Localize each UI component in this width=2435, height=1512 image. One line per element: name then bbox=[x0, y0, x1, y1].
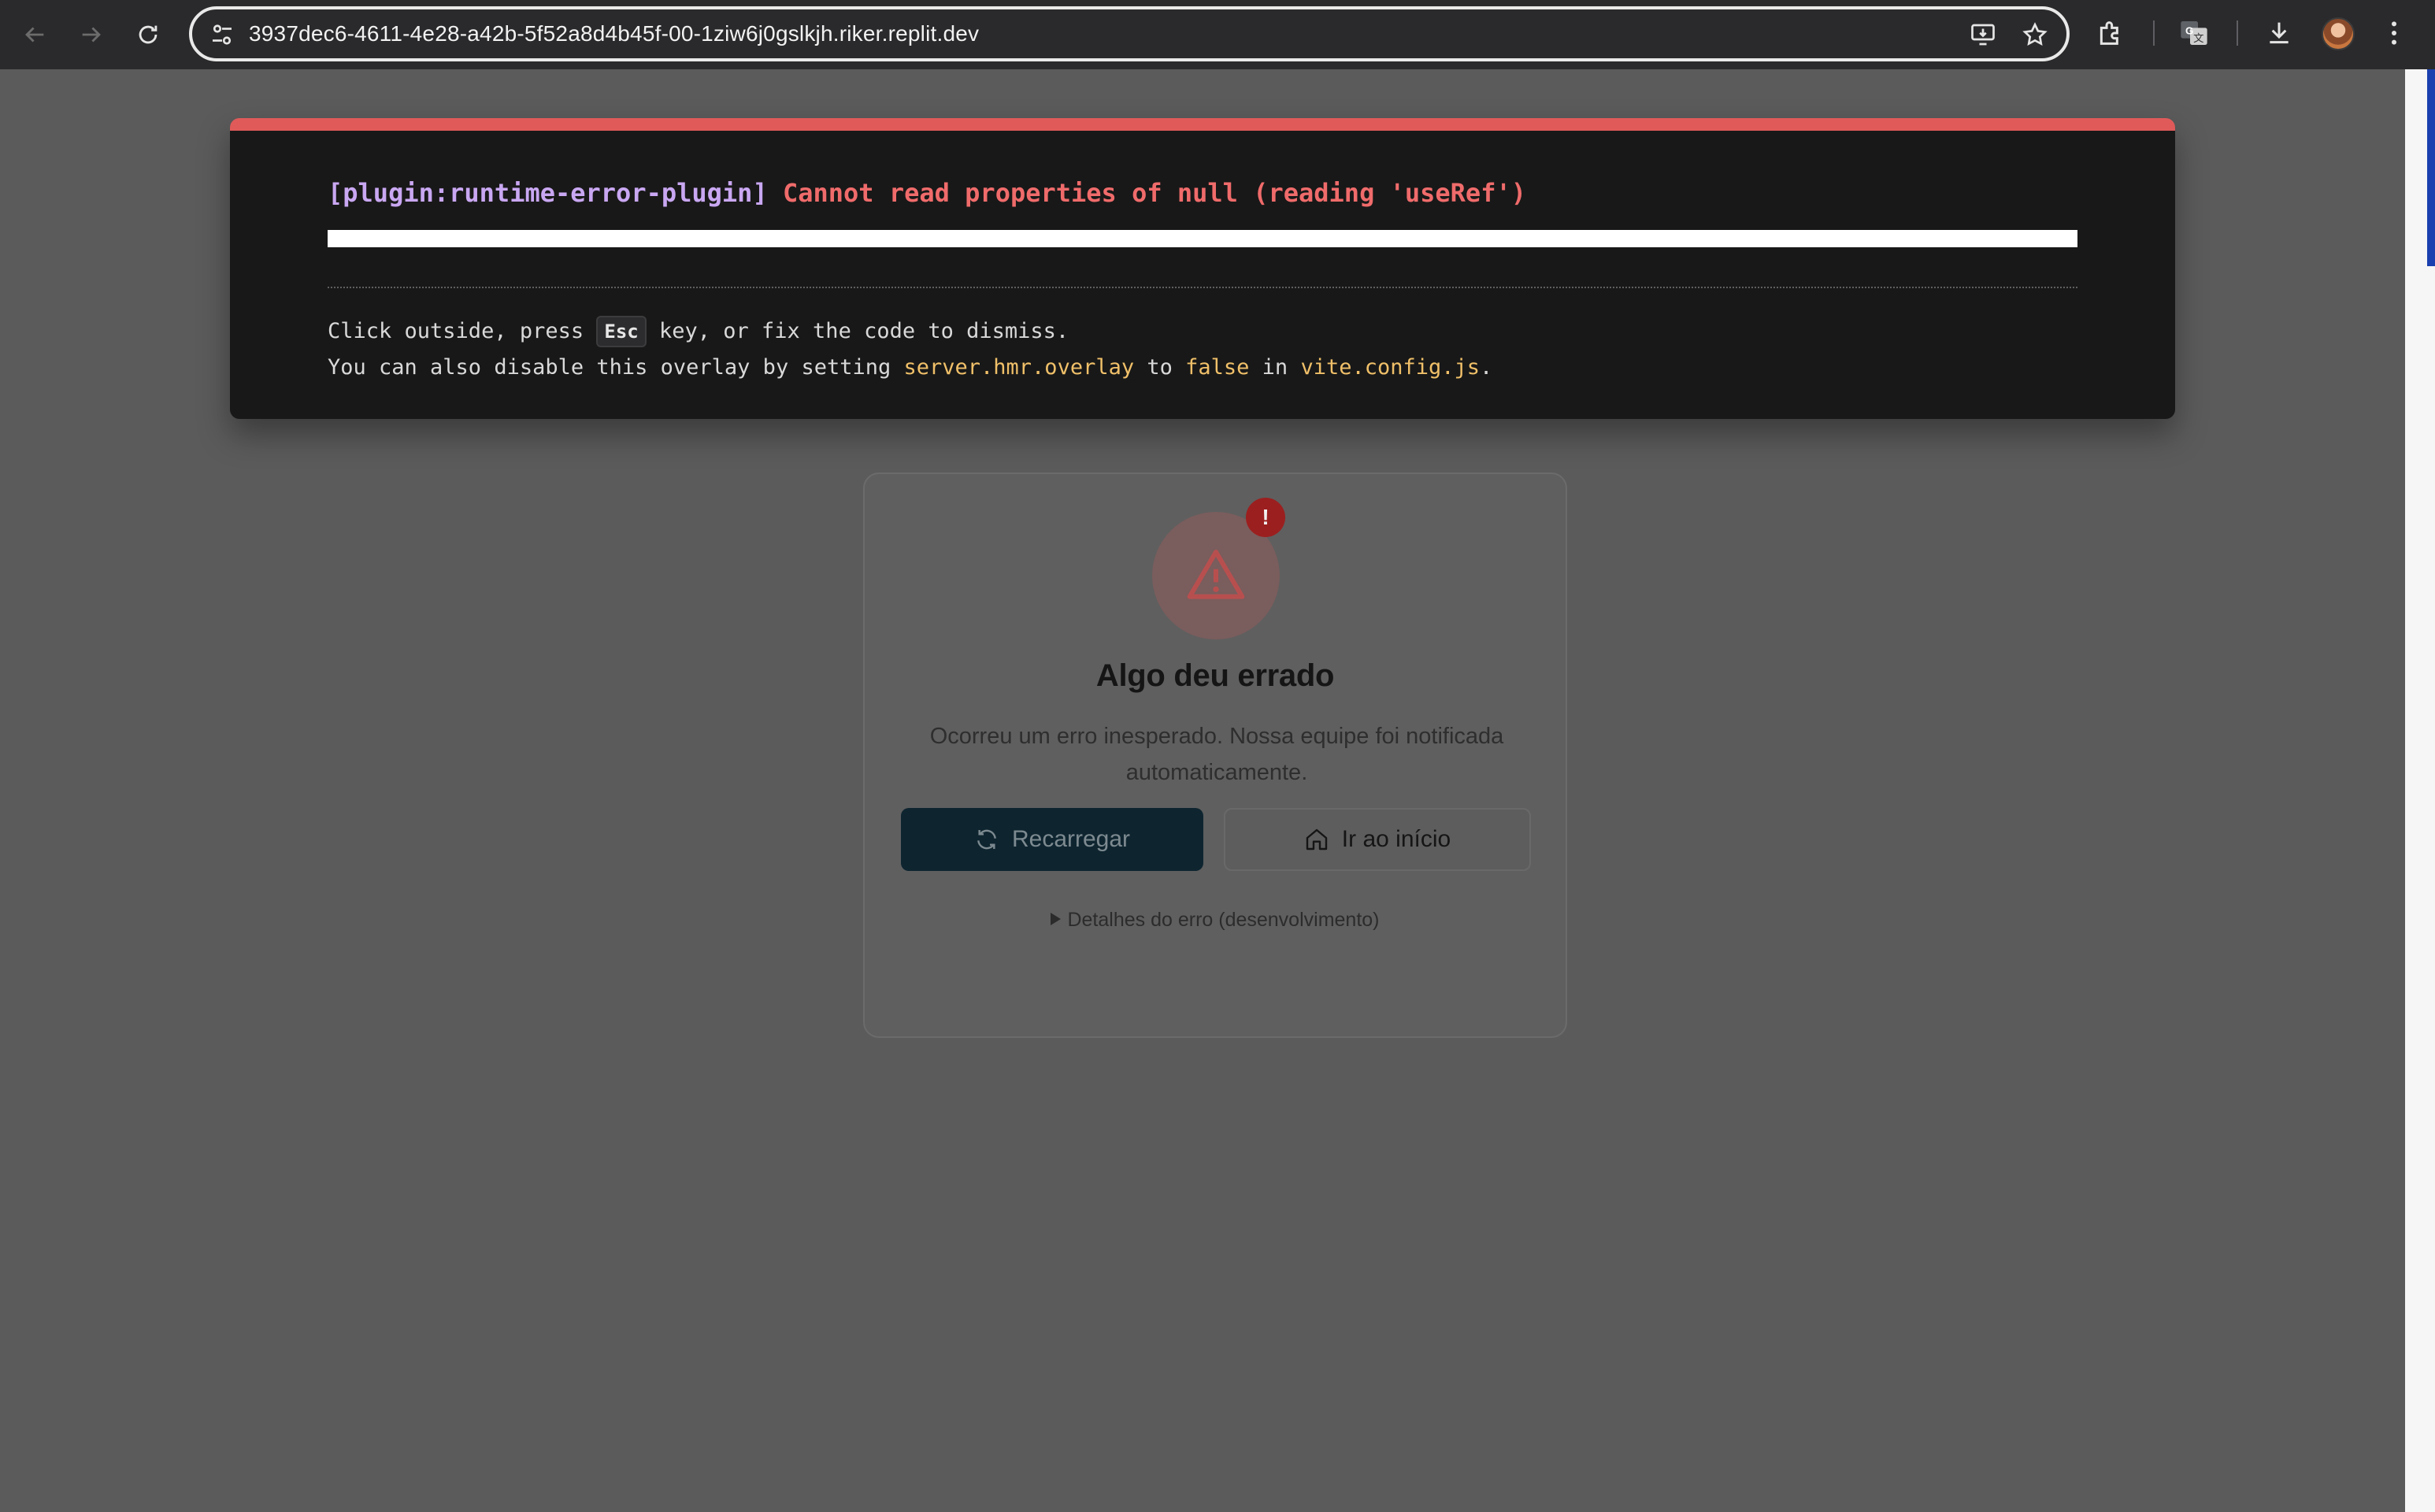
error-text: Cannot read properties of null (reading … bbox=[782, 178, 1526, 208]
error-details-label: Detalhes do erro (desenvolvimento) bbox=[1067, 909, 1380, 931]
error-title: Algo deu errado bbox=[1095, 658, 1335, 693]
reload-button[interactable] bbox=[129, 16, 167, 54]
config-value: false bbox=[1185, 355, 1250, 380]
url-text[interactable]: 3937dec6-4611-4e28-a42b-5f52a8d4b45f-00-… bbox=[249, 9, 979, 58]
error-description: Ocorreu um erro inesperado. Nossa equipe… bbox=[929, 724, 1504, 785]
esc-key: Esc bbox=[596, 316, 647, 347]
back-button[interactable] bbox=[16, 16, 54, 54]
svg-text:文: 文 bbox=[2193, 32, 2203, 45]
adjacent-window-edge bbox=[2405, 69, 2435, 1512]
reload-icon bbox=[139, 25, 158, 44]
error-card: ! Algo deu errado Ocorreu um erro inespe… bbox=[863, 472, 1567, 1038]
tune-icon[interactable] bbox=[208, 20, 236, 49]
browser-toolbar: 3937dec6-4611-4e28-a42b-5f52a8d4b45f-00-… bbox=[0, 0, 2435, 69]
refresh-icon bbox=[977, 829, 996, 850]
reload-page-button[interactable]: Recarregar bbox=[901, 808, 1203, 871]
forward-button[interactable] bbox=[72, 16, 110, 54]
disclosure-triangle-icon bbox=[1051, 913, 1062, 925]
alert-triangle-icon bbox=[1187, 550, 1245, 599]
star-icon[interactable] bbox=[2021, 20, 2049, 49]
code-frame bbox=[328, 230, 2077, 247]
error-details-toggle[interactable]: Detalhes do erro (desenvolvimento) bbox=[865, 909, 1566, 932]
overlay-tip: Click outside, press Esc key, or fix the… bbox=[328, 313, 1492, 386]
plugin-name: [plugin:runtime-error-plugin] bbox=[328, 178, 768, 208]
home-icon bbox=[1306, 828, 1327, 850]
go-home-button[interactable]: Ir ao início bbox=[1224, 808, 1531, 871]
reload-page-label: Recarregar bbox=[1011, 826, 1131, 852]
arrow-left-icon bbox=[25, 27, 44, 43]
translate-icon[interactable]: G 文 bbox=[2178, 17, 2210, 49]
toolbar-separator bbox=[2237, 20, 2238, 46]
error-message: [plugin:runtime-error-plugin] Cannot rea… bbox=[328, 178, 1526, 208]
config-file: vite.config.js bbox=[1300, 355, 1481, 380]
toolbar-separator bbox=[2153, 20, 2155, 46]
arrow-right-icon bbox=[82, 27, 101, 43]
download-icon[interactable] bbox=[2263, 17, 2295, 49]
vite-error-overlay[interactable]: [plugin:runtime-error-plugin] Cannot rea… bbox=[230, 118, 2175, 419]
puzzle-icon[interactable] bbox=[2095, 17, 2126, 49]
svg-text:G: G bbox=[2185, 25, 2193, 37]
install-app-icon[interactable] bbox=[1969, 20, 1997, 49]
kebab-menu-icon[interactable] bbox=[2378, 17, 2410, 49]
address-bar[interactable]: 3937dec6-4611-4e28-a42b-5f52a8d4b45f-00-… bbox=[189, 6, 2070, 61]
go-home-label: Ir ao início bbox=[1341, 826, 1451, 852]
overlay-divider bbox=[328, 287, 2077, 288]
error-badge: ! bbox=[1246, 498, 1285, 537]
profile-avatar[interactable] bbox=[2322, 17, 2355, 50]
config-key: server.hmr.overlay bbox=[903, 355, 1135, 380]
